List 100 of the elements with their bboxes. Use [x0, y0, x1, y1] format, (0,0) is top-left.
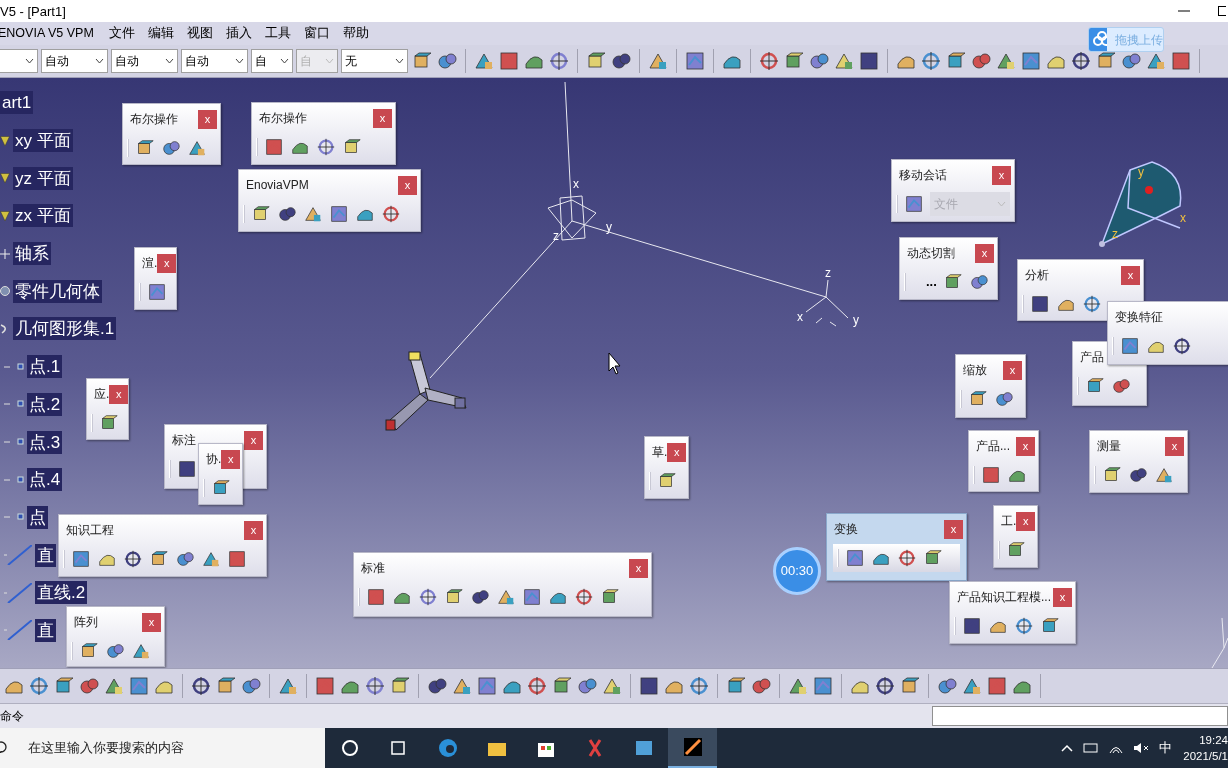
- tool-icon[interactable]: [175, 549, 195, 569]
- tool-icon[interactable]: [147, 282, 167, 302]
- tree-item[interactable]: art1: [0, 91, 34, 115]
- dropdown[interactable]: 自动: [111, 49, 178, 73]
- close-button[interactable]: x: [221, 449, 241, 469]
- close-button[interactable]: x: [142, 612, 161, 632]
- tool-icon[interactable]: [381, 204, 401, 224]
- tool-icon[interactable]: [1154, 465, 1174, 485]
- menu-item[interactable]: 窗口: [303, 24, 330, 43]
- tool-icon[interactable]: [364, 675, 386, 697]
- tree-item[interactable]: 点.4: [27, 468, 63, 492]
- tool-icon[interactable]: [576, 675, 598, 697]
- close-button[interactable]: x: [944, 519, 963, 539]
- tool-icon[interactable]: [123, 549, 143, 569]
- tool-icon[interactable]: [264, 137, 284, 157]
- tool-icon[interactable]: [201, 549, 221, 569]
- tool-icon[interactable]: [808, 50, 830, 72]
- tree-item[interactable]: xy 平面: [13, 129, 73, 153]
- tool-icon[interactable]: [161, 138, 181, 158]
- tree-item[interactable]: 直: [35, 543, 56, 567]
- tool-icon[interactable]: [962, 616, 982, 636]
- tree-item[interactable]: 点.2: [27, 392, 63, 416]
- tool-icon[interactable]: [71, 549, 91, 569]
- close-button[interactable]: x: [398, 175, 417, 195]
- command-input[interactable]: [932, 706, 1228, 726]
- tool-icon[interactable]: [28, 675, 50, 697]
- tool-icon[interactable]: [874, 675, 896, 697]
- tool-icon[interactable]: [1170, 50, 1192, 72]
- close-button[interactable]: x: [244, 520, 263, 540]
- tool-icon[interactable]: [190, 675, 212, 697]
- tool-icon[interactable]: [904, 194, 924, 214]
- tool-icon[interactable]: [366, 587, 386, 607]
- menu-item[interactable]: 插入: [225, 24, 252, 43]
- close-button[interactable]: x: [629, 558, 648, 578]
- tool-icon[interactable]: [968, 272, 989, 292]
- tool-icon[interactable]: [522, 587, 542, 607]
- tool-icon[interactable]: [610, 50, 632, 72]
- tree-item[interactable]: 直线.2: [35, 581, 88, 605]
- tree-item[interactable]: 点.3: [27, 430, 63, 454]
- close-button[interactable]: x: [198, 109, 217, 129]
- tree-item[interactable]: 几何图形集.1: [13, 317, 117, 341]
- input-method-indicator[interactable]: 中: [1159, 738, 1172, 758]
- tool-icon[interactable]: [1014, 616, 1034, 636]
- taskbar-app-icon[interactable]: [681, 736, 704, 758]
- tree-item[interactable]: 轴系: [13, 242, 51, 266]
- tool-icon[interactable]: [436, 50, 458, 72]
- tree-item[interactable]: zx 平面: [13, 204, 73, 228]
- tree-item[interactable]: yz 平面: [13, 166, 73, 190]
- tool-icon[interactable]: [986, 675, 1008, 697]
- maximize-icon[interactable]: [1218, 6, 1226, 16]
- dropdown[interactable]: 自动: [41, 49, 108, 73]
- more-text[interactable]: ...: [926, 272, 937, 292]
- battery-icon[interactable]: [1083, 743, 1099, 753]
- dropdown[interactable]: 无: [341, 49, 408, 73]
- tool-icon[interactable]: [684, 50, 706, 72]
- tool-icon[interactable]: [970, 50, 992, 72]
- tool-icon[interactable]: [314, 675, 336, 697]
- tool-icon[interactable]: [496, 587, 516, 607]
- close-button[interactable]: x: [109, 384, 129, 404]
- tool-icon[interactable]: [758, 50, 780, 72]
- tool-icon[interactable]: [240, 675, 262, 697]
- tool-icon[interactable]: [105, 641, 125, 661]
- close-button[interactable]: x: [975, 243, 994, 263]
- tool-icon[interactable]: [131, 641, 151, 661]
- tool-icon[interactable]: [177, 459, 197, 479]
- dropdown[interactable]: 自: [251, 49, 293, 73]
- tool-icon[interactable]: [548, 50, 570, 72]
- tool-icon[interactable]: [1030, 294, 1050, 314]
- tool-icon[interactable]: [858, 50, 880, 72]
- tool-icon[interactable]: [78, 675, 100, 697]
- volume-icon[interactable]: [1133, 742, 1149, 754]
- menu-item[interactable]: 编辑: [147, 24, 174, 43]
- tool-icon[interactable]: [303, 204, 323, 224]
- tool-icon[interactable]: [1070, 50, 1092, 72]
- tool-icon[interactable]: [897, 548, 917, 568]
- close-button[interactable]: x: [1121, 265, 1140, 285]
- tool-icon[interactable]: [476, 675, 498, 697]
- tool-icon[interactable]: [638, 675, 660, 697]
- close-button[interactable]: x: [1165, 436, 1184, 456]
- menu-item[interactable]: 文件: [108, 24, 135, 43]
- menu-item[interactable]: 帮助: [342, 24, 369, 43]
- tree-item[interactable]: 直: [35, 618, 56, 642]
- chevron-up-icon[interactable]: [1061, 744, 1073, 752]
- close-button[interactable]: x: [1016, 436, 1035, 456]
- dropdown[interactable]: [0, 49, 38, 73]
- close-button[interactable]: x: [667, 442, 687, 462]
- tool-icon[interactable]: [936, 675, 958, 697]
- tool-icon[interactable]: [981, 465, 1001, 485]
- tool-icon[interactable]: [329, 204, 349, 224]
- close-button[interactable]: x: [157, 253, 177, 273]
- tree-item[interactable]: 零件几何体: [13, 279, 102, 303]
- menu-item[interactable]: 工具: [264, 24, 291, 43]
- tool-icon[interactable]: [277, 204, 297, 224]
- tool-icon[interactable]: [1128, 465, 1148, 485]
- menu-item[interactable]: 视图: [186, 24, 213, 43]
- tool-icon[interactable]: [1172, 336, 1192, 356]
- tool-icon[interactable]: [1120, 336, 1140, 356]
- close-button[interactable]: x: [1053, 587, 1072, 607]
- clock-time[interactable]: 19:24: [1199, 732, 1228, 748]
- tool-icon[interactable]: [812, 675, 834, 697]
